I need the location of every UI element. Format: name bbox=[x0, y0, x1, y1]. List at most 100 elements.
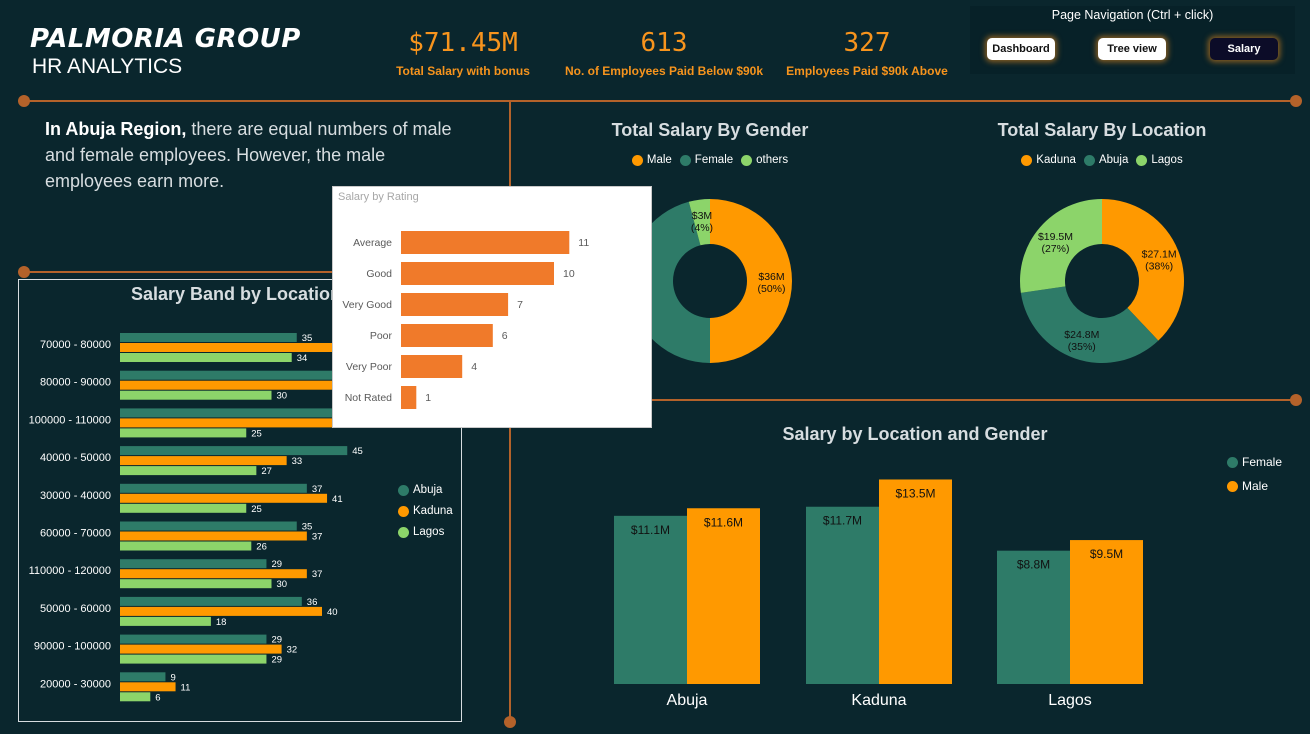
salary-by-rating-chart: Average 11 Good 10 Very Good 7 Poor 6 Very Poor 4… bbox=[342, 231, 589, 409]
band-value-label: 25 bbox=[251, 504, 262, 515]
band-value-label: 37 bbox=[312, 484, 323, 495]
loc-gender-value-label: $11.6M bbox=[704, 515, 743, 529]
legend-item-abuja: Abuja bbox=[1083, 154, 1129, 166]
legend-swatch bbox=[741, 154, 753, 166]
gender-donut-title: Total Salary By Gender bbox=[611, 120, 809, 140]
kpi-label: No. of Employees Paid Below $90k bbox=[564, 64, 764, 78]
band-value-label: 11 bbox=[181, 682, 191, 693]
kpi-total-salary: $71.45M Total Salary with bonus bbox=[390, 28, 536, 78]
rating-value-label: 4 bbox=[471, 361, 477, 373]
legend-label: Female bbox=[1242, 455, 1283, 469]
legend-swatch bbox=[1083, 154, 1095, 166]
insight-text: In Abuja Region, there are equal numbers… bbox=[45, 116, 465, 194]
band-bar bbox=[120, 408, 343, 418]
band-bar bbox=[120, 503, 247, 513]
tree-view-button[interactable]: Tree view bbox=[1098, 38, 1166, 60]
band-category-label: 30000 - 40000 bbox=[40, 490, 111, 502]
loc-gender-value-label: $13.5M bbox=[895, 486, 935, 500]
legend-swatch bbox=[631, 154, 643, 166]
band-value-label: 45 bbox=[352, 446, 363, 457]
page-navigation-panel: Page Navigation (Ctrl + click) Dashboard… bbox=[970, 6, 1295, 74]
band-bar bbox=[120, 343, 343, 352]
loc-gender-value-label: $11.1M bbox=[631, 523, 670, 537]
legend-swatch bbox=[1227, 456, 1238, 468]
band-bar bbox=[120, 596, 302, 606]
legend-label: Abuja bbox=[413, 484, 443, 496]
band-category-label: 40000 - 50000 bbox=[40, 452, 111, 464]
band-bar bbox=[120, 333, 297, 342]
legend-swatch bbox=[398, 505, 409, 517]
band-bar bbox=[120, 692, 151, 702]
loc-gender-bar bbox=[1070, 540, 1143, 684]
band-value-label: 35 bbox=[302, 333, 313, 344]
band-value-label: 37 bbox=[312, 569, 323, 580]
legend-item-lagos: Lagos bbox=[1136, 154, 1183, 166]
band-bar bbox=[120, 418, 348, 428]
loc-gender-category-label: Lagos bbox=[1048, 692, 1092, 709]
brand-title: PALMORIA GROUP bbox=[30, 24, 301, 54]
band-bar bbox=[120, 606, 322, 616]
rating-category-label: Average bbox=[353, 237, 392, 249]
band-value-label: 34 bbox=[297, 353, 308, 364]
donut-percent-label: (38%) bbox=[1145, 260, 1173, 272]
legend-label: Kaduna bbox=[413, 505, 453, 517]
band-bar bbox=[120, 466, 257, 476]
salary-band-legend: Abuja Kaduna Lagos bbox=[398, 484, 453, 538]
legend-swatch bbox=[398, 526, 409, 538]
band-bar bbox=[120, 521, 297, 531]
donut-value-label: $3M bbox=[692, 210, 712, 222]
band-bar bbox=[120, 353, 292, 362]
divider-dot bbox=[1290, 394, 1302, 406]
donut-value-label: $36M bbox=[758, 271, 784, 283]
rating-value-label: 10 bbox=[563, 268, 575, 280]
location-donut-chart: $27.1M(38%) $24.8M(35%) $19.5M(27%) bbox=[1020, 199, 1184, 363]
band-bar bbox=[120, 531, 307, 541]
brand-subtitle: HR ANALYTICS bbox=[32, 55, 183, 78]
gender-donut-legend: Male Female others bbox=[560, 154, 860, 166]
band-value-label: 27 bbox=[261, 466, 272, 477]
divider-dot bbox=[1290, 95, 1302, 107]
band-value-label: 25 bbox=[251, 428, 262, 439]
salary-button[interactable]: Salary bbox=[1210, 38, 1278, 60]
divider-dot bbox=[504, 716, 516, 728]
loc-gender-value-label: $11.7M bbox=[823, 514, 862, 528]
band-value-label: 41 bbox=[332, 494, 343, 505]
dashboard-button[interactable]: Dashboard bbox=[987, 38, 1055, 60]
band-category-label: 80000 - 90000 bbox=[40, 377, 111, 389]
loc-gender-bar bbox=[806, 506, 879, 684]
donut-percent-label: (27%) bbox=[1041, 243, 1069, 255]
legend-swatch bbox=[1227, 480, 1238, 492]
band-bar bbox=[120, 390, 272, 400]
legend-item-kaduna: Kaduna bbox=[1021, 154, 1076, 166]
band-category-label: 100000 - 110000 bbox=[29, 414, 111, 426]
kpi-label: Employees Paid $90k Above bbox=[786, 64, 948, 78]
band-bar bbox=[120, 569, 307, 579]
band-category-label: 20000 - 30000 bbox=[40, 678, 111, 690]
band-bar bbox=[120, 483, 307, 493]
band-value-label: 32 bbox=[287, 645, 298, 656]
band-bar bbox=[120, 559, 267, 569]
rating-category-label: Good bbox=[366, 268, 392, 280]
band-value-label: 29 bbox=[271, 655, 282, 666]
band-category-label: 70000 - 80000 bbox=[40, 339, 111, 351]
page-navigation-title: Page Navigation (Ctrl + click) bbox=[1051, 8, 1214, 22]
rating-bar bbox=[401, 355, 463, 378]
legend-label: Lagos bbox=[1151, 154, 1183, 166]
band-bar bbox=[120, 644, 282, 654]
band-value-label: 9 bbox=[170, 672, 175, 683]
legend-label: Abuja bbox=[1098, 154, 1129, 166]
rating-bar bbox=[401, 386, 417, 409]
donut-value-label: $19.5M bbox=[1038, 231, 1073, 243]
donut-value-label: $24.8M bbox=[1064, 329, 1099, 341]
legend-item-female: Female bbox=[1227, 455, 1282, 469]
legend-label: Kaduna bbox=[1036, 154, 1076, 166]
band-value-label: 29 bbox=[271, 559, 282, 570]
legend-label: Lagos bbox=[413, 526, 445, 538]
legend-item-male: Male bbox=[1227, 479, 1282, 493]
kpi-label: Total Salary with bonus bbox=[396, 64, 530, 78]
legend-item-abuja: Abuja bbox=[398, 484, 453, 496]
band-value-label: 30 bbox=[277, 579, 288, 590]
legend-item-others: others bbox=[741, 154, 788, 166]
loc-gender-category-label: Abuja bbox=[667, 692, 708, 709]
band-value-label: 35 bbox=[302, 522, 313, 533]
